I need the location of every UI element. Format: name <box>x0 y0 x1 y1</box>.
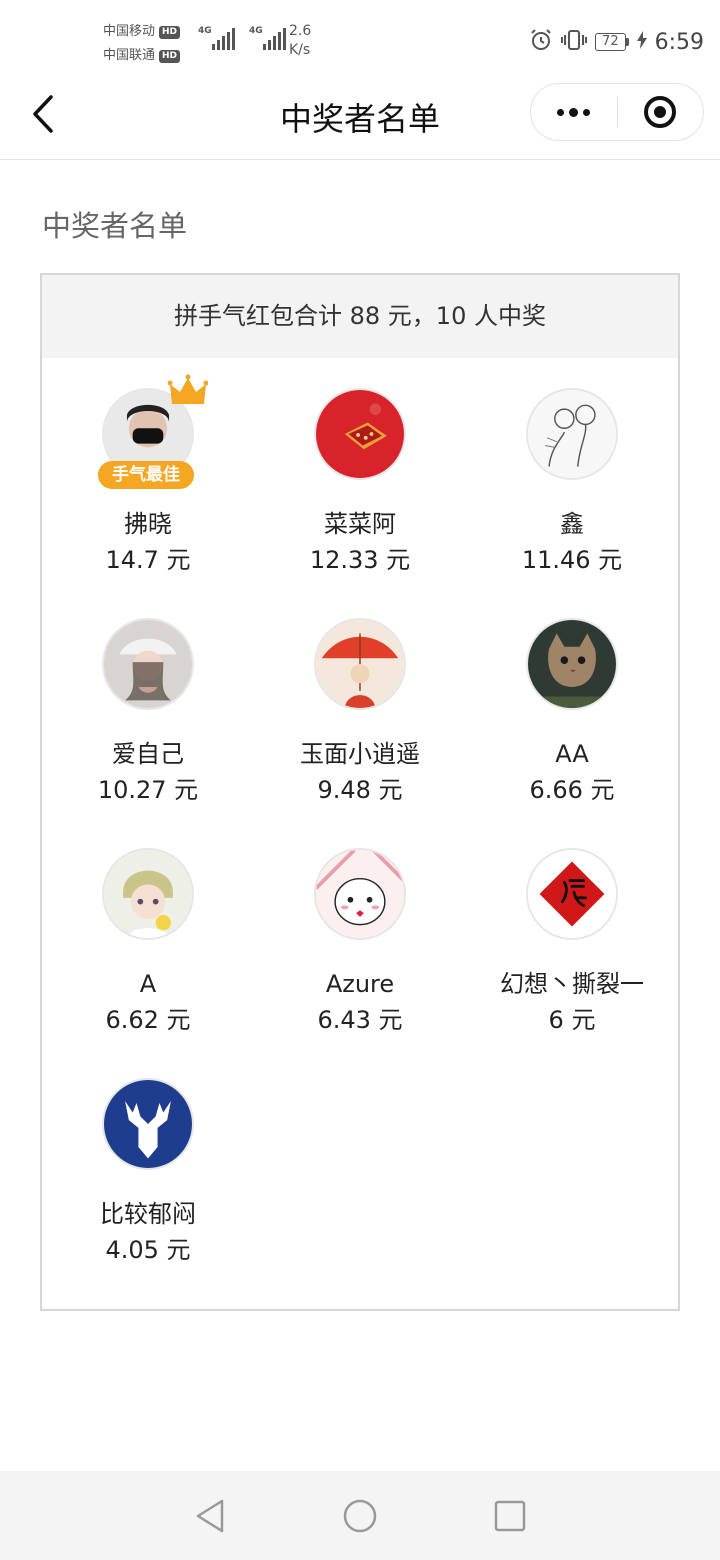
system-recents-button[interactable] <box>485 1491 535 1541</box>
winner-amount: 6.62 元 <box>105 1006 191 1034</box>
avatar <box>102 848 194 940</box>
close-mini-program-button[interactable] <box>618 84 704 140</box>
winner-amount: 6 元 <box>548 1006 596 1034</box>
winner-card[interactable]: 手气最佳 拂晓 14.7 元 <box>42 374 254 580</box>
charging-icon <box>636 31 647 53</box>
winner-card[interactable]: 菜菜阿 12.33 元 <box>254 388 466 580</box>
winner-card[interactable]: 比较郁闷 4.05 元 <box>42 1078 254 1270</box>
avatar <box>102 618 194 710</box>
carrier-1: 中国移动 <box>103 24 156 39</box>
hd-badge: HD <box>159 25 181 39</box>
clock: 6:59 <box>654 29 704 55</box>
red-packet-summary: 拼手气红包合计 88 元，10 人中奖 <box>42 275 678 358</box>
winner-name: 菜菜阿 <box>324 510 396 538</box>
winner-amount: 14.7 元 <box>105 546 191 574</box>
winner-name: Azure <box>325 970 395 998</box>
nav-bar: 中奖者名单 <box>0 80 720 160</box>
triangle-back-icon <box>196 1499 224 1532</box>
carrier-info: 中国移动 HD 中国联通 HD <box>103 20 181 68</box>
battery-level: 72 <box>595 33 626 51</box>
circle-home-icon <box>343 1499 377 1532</box>
winner-amount: 11.46 元 <box>521 546 623 574</box>
network-type: 4G <box>249 26 263 36</box>
more-dots-icon <box>557 108 565 116</box>
winner-name: 玉面小逍遥 <box>300 740 420 768</box>
system-home-button[interactable] <box>335 1491 385 1541</box>
carrier-2: 中国联通 <box>103 48 156 63</box>
winner-name: 比较郁闷 <box>100 1200 196 1228</box>
winner-name: 幻想丶撕裂一 <box>500 970 644 998</box>
winner-name: 爱自己 <box>112 740 184 768</box>
section-title: 中奖者名单 <box>42 209 188 243</box>
signal-icon: 4G <box>198 26 235 50</box>
avatar <box>314 618 406 710</box>
signal-icon: 4G <box>249 26 286 50</box>
crown-icon <box>168 374 208 404</box>
avatar <box>526 388 618 480</box>
hd-badge: HD <box>159 49 181 63</box>
battery-icon: 72 <box>595 33 629 51</box>
status-right: 72 6:59 <box>529 28 704 56</box>
vibrate-icon <box>561 28 588 56</box>
winner-amount: 4.05 元 <box>105 1236 191 1264</box>
avatar <box>526 618 618 710</box>
winner-name: 拂晓 <box>124 510 172 538</box>
winner-card[interactable]: 爱自己 10.27 元 <box>42 618 254 810</box>
more-button[interactable] <box>531 84 617 140</box>
best-luck-badge: 手气最佳 <box>98 461 194 489</box>
winner-card[interactable]: AA 6.66 元 <box>466 618 678 810</box>
network-type: 4G <box>198 26 212 36</box>
winner-card[interactable]: 玉面小逍遥 9.48 元 <box>254 618 466 810</box>
winner-name: A <box>139 970 157 998</box>
system-back-button[interactable] <box>185 1491 235 1541</box>
winner-card[interactable]: Azure 6.43 元 <box>254 848 466 1040</box>
target-circle-icon <box>644 96 677 128</box>
avatar <box>314 388 406 480</box>
avatar <box>526 848 618 940</box>
avatar <box>314 848 406 940</box>
winner-name: 鑫 <box>560 510 584 538</box>
net-speed: 2.6 K/s <box>289 22 311 60</box>
signal-strength: 4G 4G <box>198 26 286 50</box>
mini-program-capsule <box>530 83 704 141</box>
status-bar: 中国移动 HD 中国联通 HD 4G 4G 2.6 K/s 72 6:59 <box>0 0 720 80</box>
winner-card[interactable]: 鑫 11.46 元 <box>466 388 678 580</box>
square-recents-icon <box>494 1500 526 1531</box>
avatar <box>102 1078 194 1170</box>
winner-card[interactable]: 幻想丶撕裂一 6 元 <box>466 848 678 1040</box>
winner-name: AA <box>555 740 589 768</box>
system-nav-bar <box>0 1471 720 1560</box>
net-speed-value: 2.6 <box>289 23 312 39</box>
net-speed-unit: K/s <box>289 42 311 58</box>
winner-amount: 6.43 元 <box>317 1006 403 1034</box>
winner-amount: 9.48 元 <box>317 776 403 804</box>
winner-card[interactable]: A 6.62 元 <box>42 848 254 1040</box>
winner-amount: 10.27 元 <box>97 776 199 804</box>
alarm-icon <box>529 28 553 56</box>
winner-amount: 12.33 元 <box>309 546 411 574</box>
winner-panel: 拼手气红包合计 88 元，10 人中奖 手气最佳 拂晓 14.7 元 菜菜阿 1… <box>40 273 680 1311</box>
winner-amount: 6.66 元 <box>529 776 615 804</box>
